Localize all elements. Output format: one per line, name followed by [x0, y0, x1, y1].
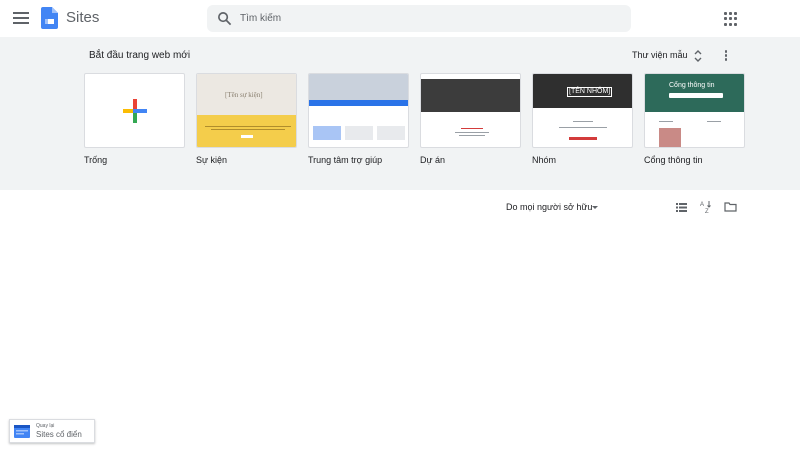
template-label: Nhóm [532, 155, 557, 165]
owner-filter-dropdown[interactable]: Do mọi người sở hữu [506, 202, 592, 212]
template-thumbnail[interactable] [84, 73, 185, 148]
google-sites-logo[interactable] [41, 7, 58, 29]
portal-text-line [707, 121, 721, 122]
help-card [345, 126, 373, 140]
classic-sites-logo [14, 425, 30, 438]
search-icon[interactable] [217, 11, 232, 26]
team-thumb-title: [TÊN NHÓM] [567, 87, 613, 97]
svg-text:A: A [700, 202, 704, 208]
search-input[interactable] [240, 5, 620, 32]
classic-sites-label: Sites cổ điển [36, 430, 82, 439]
help-card [377, 126, 405, 140]
event-text-line [211, 129, 285, 130]
app-header: Sites [0, 0, 800, 37]
project-heading [461, 128, 483, 129]
template-thumbnail[interactable]: Cổng thông tin [644, 73, 745, 148]
more-vert-icon[interactable] [724, 50, 728, 62]
template-thumbnail[interactable] [308, 73, 409, 148]
template-project[interactable]: Dự án [420, 73, 521, 165]
svg-text:Z: Z [705, 209, 709, 214]
apps-grid-icon[interactable] [724, 12, 738, 26]
help-search-bar [309, 100, 408, 106]
folder-icon[interactable] [724, 202, 737, 212]
template-thumbnail[interactable]: [Tên sự kiện] [196, 73, 297, 148]
template-help-center[interactable]: Trung tâm trợ giúp [308, 73, 409, 165]
project-text-line [455, 132, 489, 133]
gallery-title: Bắt đầu trang web mới [89, 50, 191, 61]
classic-back-label: Quay lại [36, 423, 55, 429]
sort-az-icon[interactable]: A Z [700, 200, 712, 214]
hamburger-menu-icon[interactable] [12, 9, 30, 27]
template-label: Cổng thông tin [644, 155, 703, 165]
search-bar[interactable] [207, 5, 631, 32]
template-thumbnail[interactable]: [TÊN NHÓM] [532, 73, 633, 148]
classic-sites-button[interactable]: Quay lại Sites cổ điển [9, 419, 95, 443]
plus-icon [123, 99, 147, 123]
template-label: Trung tâm trợ giúp [308, 155, 383, 165]
template-library-button[interactable]: Thư viện mẫu [632, 50, 688, 60]
list-view-icon[interactable] [676, 203, 687, 212]
portal-text-line [659, 121, 673, 122]
portal-search-bar [669, 93, 723, 98]
template-label: Trống [84, 155, 108, 165]
template-label: Sự kiện [196, 155, 228, 165]
team-text-line [573, 121, 593, 122]
portal-image [659, 128, 681, 147]
project-text-line [459, 135, 485, 136]
event-button [241, 135, 253, 138]
portal-thumb-title: Cổng thông tin [669, 82, 715, 89]
template-team[interactable]: [TÊN NHÓM] Nhóm [532, 73, 633, 165]
unfold-more-icon[interactable] [694, 50, 702, 62]
template-portal[interactable]: Cổng thông tin Cổng thông tin [644, 73, 745, 165]
team-text-line [559, 127, 607, 128]
template-label: Dự án [420, 155, 446, 165]
help-card [313, 126, 341, 140]
event-banner [197, 115, 296, 147]
project-hero-image [421, 79, 520, 112]
event-thumb-title: [Tên sự kiện] [225, 91, 263, 99]
template-event[interactable]: [Tên sự kiện] Sự kiện [196, 73, 297, 165]
caret-down-icon[interactable] [592, 206, 598, 209]
app-name[interactable]: Sites [66, 9, 99, 26]
template-blank[interactable]: Trống [84, 73, 185, 165]
team-button [569, 137, 597, 140]
event-text-line [205, 126, 291, 127]
template-gallery: Bắt đầu trang web mới Thư viện mẫu Trống… [0, 37, 800, 190]
template-thumbnail[interactable] [420, 73, 521, 148]
